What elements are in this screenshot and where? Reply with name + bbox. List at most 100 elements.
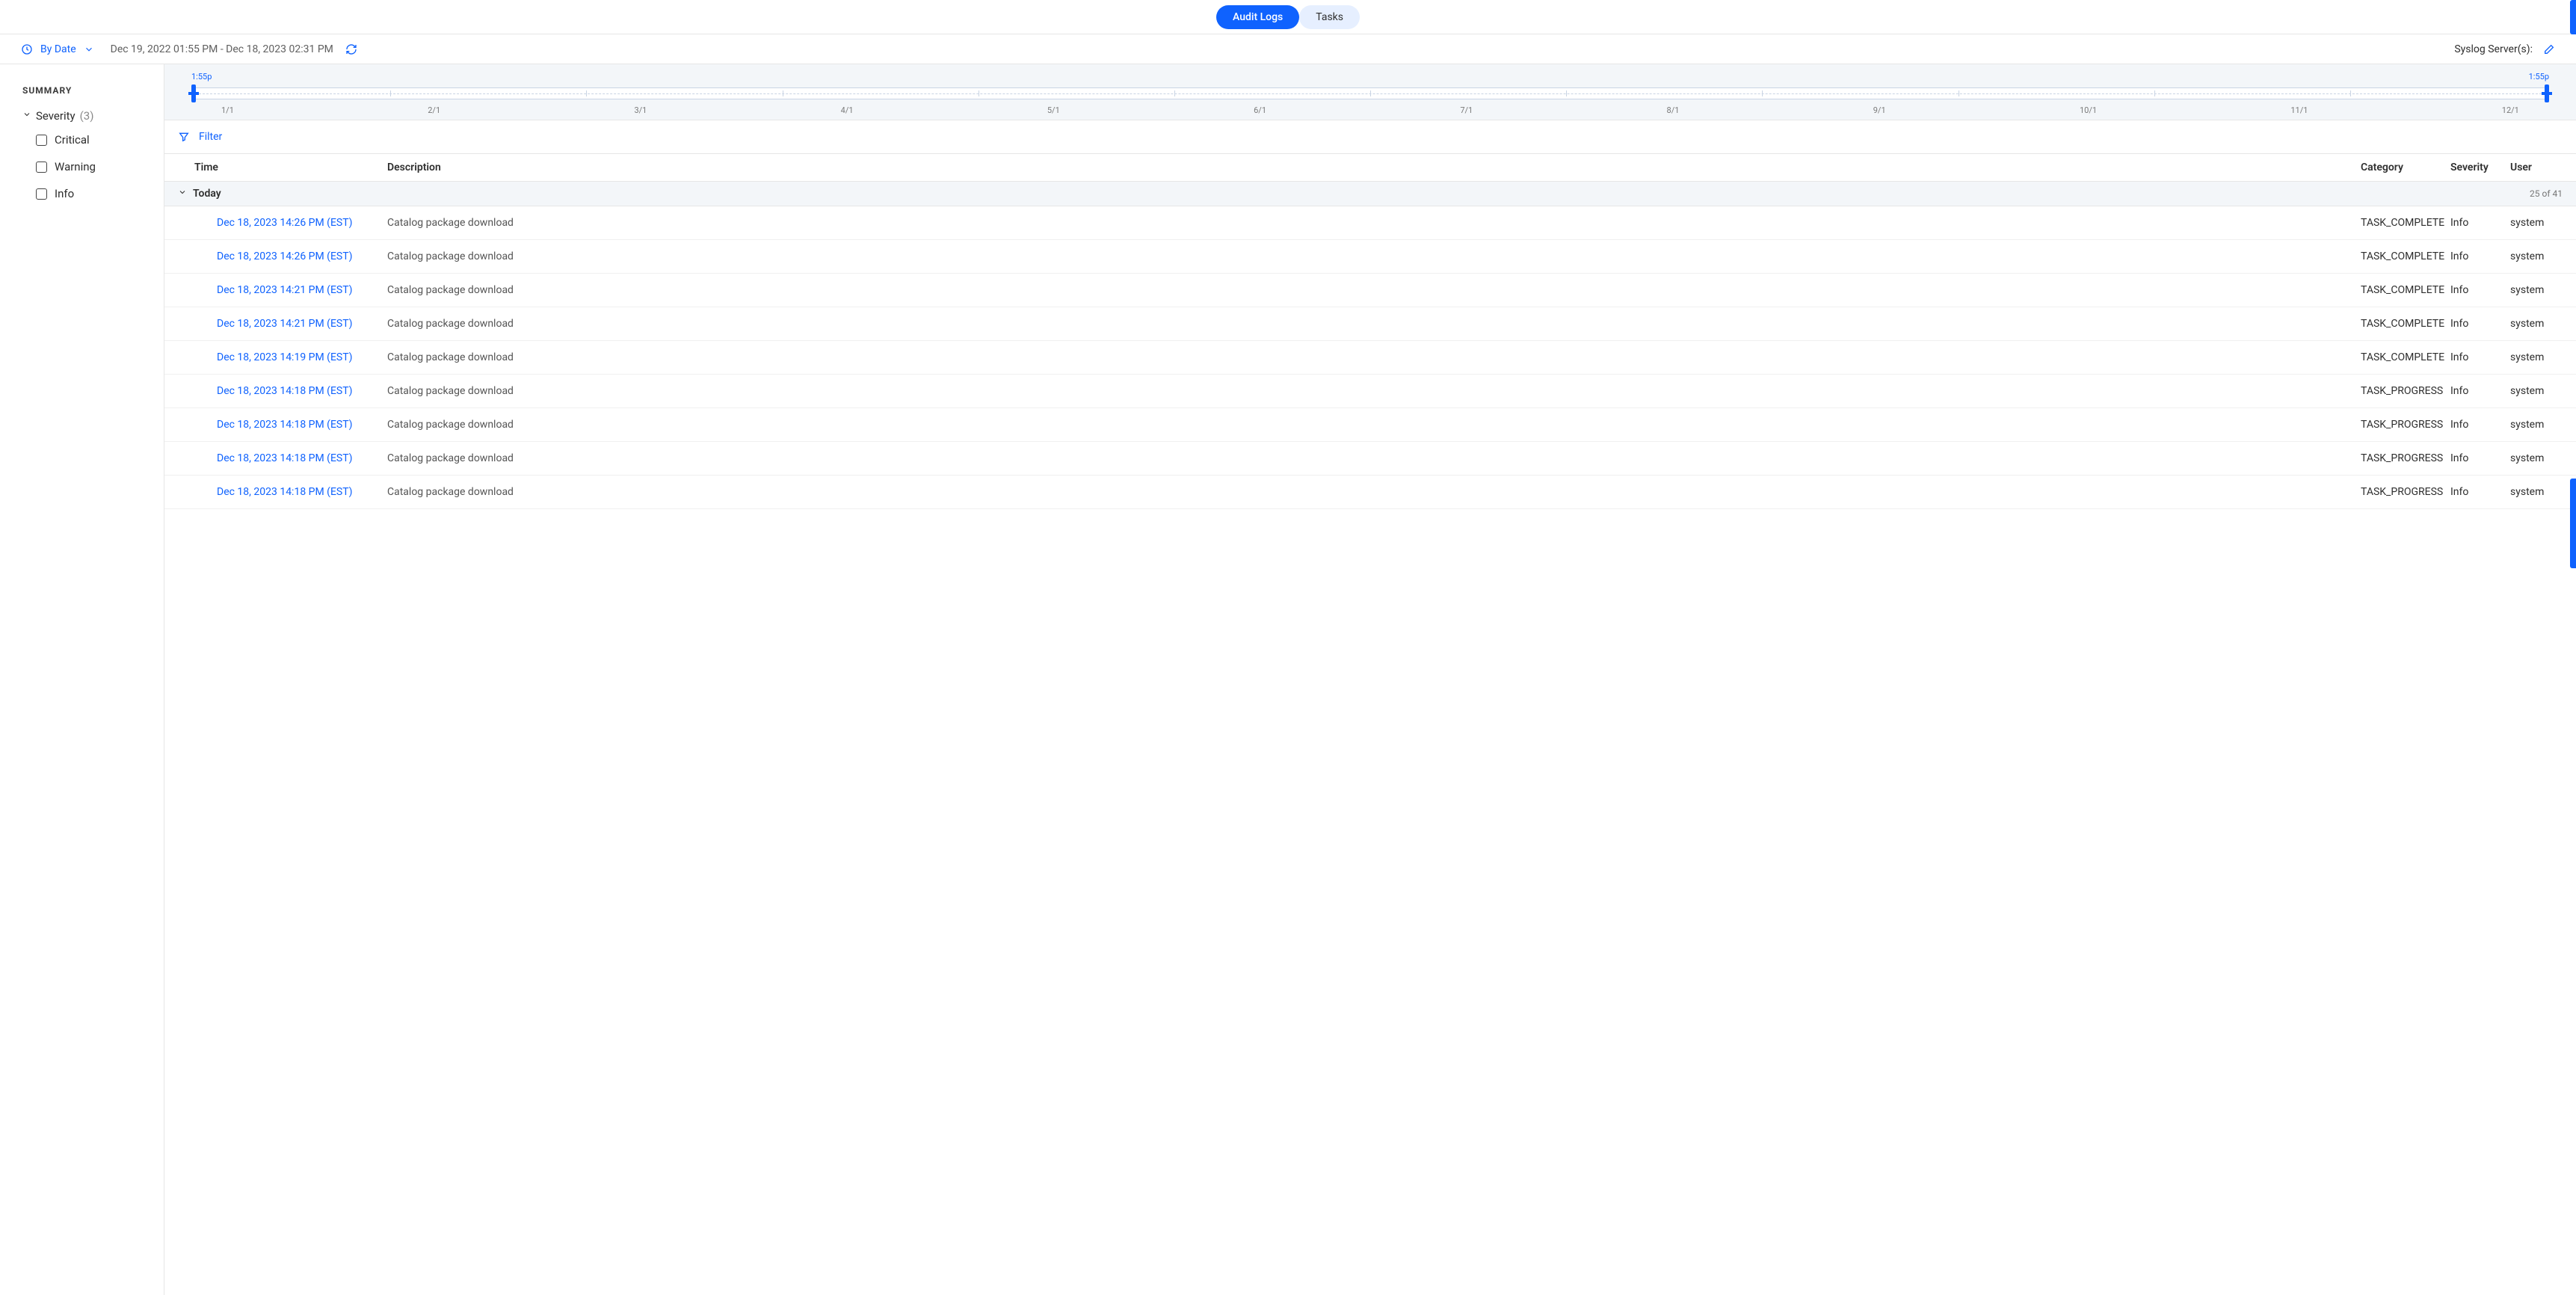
tab-audit-logs[interactable]: Audit Logs <box>1216 5 1299 29</box>
summary-sidebar: SUMMARY Severity (3) Critical Warning Info <box>0 64 164 1295</box>
filter-button[interactable]: Filter <box>164 120 2576 153</box>
chevron-down-icon <box>84 44 94 55</box>
edit-syslog-button[interactable] <box>2543 43 2555 55</box>
table-row: Dec 18, 2023 14:18 PM (EST) Catalog packa… <box>164 375 2576 408</box>
row-time-link[interactable]: Dec 18, 2023 14:18 PM (EST) <box>217 486 352 498</box>
row-user: system <box>2510 385 2563 397</box>
timeline-end-label: 1:55p <box>2529 72 2549 81</box>
by-date-picker[interactable]: By Date <box>21 43 94 55</box>
row-user: system <box>2510 318 2563 330</box>
clock-icon <box>21 43 33 55</box>
timeline-panel: 1:55p 1:55p 1/12/13/14/15/16/17/18/19/11… <box>164 64 2576 120</box>
chevron-down-icon <box>178 188 187 200</box>
by-date-label: By Date <box>40 43 76 55</box>
timeline-handle-left[interactable] <box>191 84 196 102</box>
row-description: Catalog package download <box>387 318 2361 330</box>
row-user: system <box>2510 351 2563 363</box>
row-description: Catalog package download <box>387 351 2361 363</box>
group-today-label: Today <box>193 188 221 200</box>
table-row: Dec 18, 2023 14:18 PM (EST) Catalog packa… <box>164 442 2576 476</box>
col-user-header[interactable]: User <box>2510 162 2563 173</box>
toolbar: By Date Dec 19, 2022 01:55 PM - Dec 18, … <box>0 34 2576 64</box>
timeline-month-label: 6/1 <box>1254 105 1266 115</box>
syslog-servers-label: Syslog Server(s): <box>2454 43 2533 55</box>
top-tab-bar: Audit Logs Tasks <box>0 0 2576 34</box>
scroll-indicator-side[interactable] <box>2570 479 2576 568</box>
row-user: system <box>2510 250 2563 262</box>
timeline-month-label: 4/1 <box>841 105 854 115</box>
group-today-toggle[interactable]: Today <box>178 188 221 200</box>
refresh-button[interactable] <box>345 43 357 55</box>
row-description: Catalog package download <box>387 385 2361 397</box>
scroll-indicator-top[interactable] <box>2570 0 2576 34</box>
severity-group-toggle[interactable]: Severity (3) <box>22 109 147 123</box>
checkbox-icon <box>36 188 47 200</box>
timeline-month-label: 7/1 <box>1460 105 1473 115</box>
timeline-month-label: 2/1 <box>428 105 440 115</box>
tab-tasks[interactable]: Tasks <box>1299 5 1360 29</box>
row-severity: Info <box>2450 385 2510 397</box>
row-severity: Info <box>2450 486 2510 498</box>
row-description: Catalog package download <box>387 452 2361 464</box>
row-description: Catalog package download <box>387 217 2361 229</box>
summary-heading: SUMMARY <box>22 85 147 96</box>
timeline-handle-right[interactable] <box>2545 84 2549 102</box>
row-time-link[interactable]: Dec 18, 2023 14:18 PM (EST) <box>217 452 352 464</box>
severity-filter-critical[interactable]: Critical <box>36 133 147 147</box>
row-time-link[interactable]: Dec 18, 2023 14:19 PM (EST) <box>217 351 352 363</box>
timeline-month-label: 1/1 <box>221 105 234 115</box>
row-severity: Info <box>2450 284 2510 296</box>
row-user: system <box>2510 486 2563 498</box>
severity-filter-label: Warning <box>55 160 96 173</box>
row-severity: Info <box>2450 351 2510 363</box>
row-description: Catalog package download <box>387 284 2361 296</box>
row-severity: Info <box>2450 250 2510 262</box>
row-category: TASK_COMPLETE <box>2361 250 2450 262</box>
table-body: Dec 18, 2023 14:26 PM (EST) Catalog packa… <box>164 206 2576 509</box>
filter-label: Filter <box>199 131 222 143</box>
severity-filter-info[interactable]: Info <box>36 187 147 200</box>
row-category: TASK_COMPLETE <box>2361 217 2450 229</box>
severity-count: (3) <box>80 109 94 123</box>
group-today-count: 25 of 41 <box>2530 188 2563 199</box>
col-time-header[interactable]: Time <box>178 162 387 173</box>
col-description-header[interactable]: Description <box>387 162 2361 173</box>
row-time-link[interactable]: Dec 18, 2023 14:18 PM (EST) <box>217 385 352 397</box>
col-severity-header[interactable]: Severity <box>2450 162 2510 173</box>
timeline-month-ticks: 1/12/13/14/15/16/17/18/19/110/111/112/1 <box>176 104 2564 115</box>
col-category-header[interactable]: Category <box>2361 162 2450 173</box>
table-header: Time Description Category Severity User <box>164 153 2576 182</box>
timeline-month-label: 3/1 <box>634 105 647 115</box>
row-severity: Info <box>2450 318 2510 330</box>
date-range-text: Dec 19, 2022 01:55 PM - Dec 18, 2023 02:… <box>111 43 333 55</box>
row-time-link[interactable]: Dec 18, 2023 14:26 PM (EST) <box>217 217 352 229</box>
row-time-link[interactable]: Dec 18, 2023 14:21 PM (EST) <box>217 318 352 330</box>
table-row: Dec 18, 2023 14:19 PM (EST) Catalog packa… <box>164 341 2576 375</box>
row-time-link[interactable]: Dec 18, 2023 14:26 PM (EST) <box>217 250 352 262</box>
table-row: Dec 18, 2023 14:26 PM (EST)Catalog packa… <box>164 240 2576 274</box>
row-time-link[interactable]: Dec 18, 2023 14:18 PM (EST) <box>217 419 352 431</box>
row-severity: Info <box>2450 419 2510 431</box>
timeline-month-label: 12/1 <box>2502 105 2519 115</box>
row-description: Catalog package download <box>387 486 2361 498</box>
timeline-month-label: 8/1 <box>1667 105 1680 115</box>
table-row: Dec 18, 2023 14:21 PM (EST) Catalog packa… <box>164 307 2576 341</box>
severity-list: Critical Warning Info <box>22 133 147 200</box>
row-user: system <box>2510 419 2563 431</box>
row-time-link[interactable]: Dec 18, 2023 14:21 PM (EST) <box>217 284 352 296</box>
severity-filter-warning[interactable]: Warning <box>36 160 147 173</box>
main-area: SUMMARY Severity (3) Critical Warning Info… <box>0 64 2576 1295</box>
timeline-track[interactable] <box>191 83 2549 104</box>
timeline-month-label: 9/1 <box>1873 105 1886 115</box>
filter-icon <box>178 131 190 143</box>
row-category: TASK_COMPLETE <box>2361 284 2450 296</box>
row-category: TASK_PROGRESS <box>2361 419 2450 431</box>
row-category: TASK_COMPLETE <box>2361 351 2450 363</box>
table-row: Dec 18, 2023 14:26 PM (EST) Catalog packa… <box>164 206 2576 240</box>
table-row: Dec 18, 2023 14:18 PM (EST) Catalog packa… <box>164 476 2576 509</box>
severity-label: Severity <box>36 109 76 123</box>
timeline-month-label: 10/1 <box>2080 105 2097 115</box>
row-severity: Info <box>2450 217 2510 229</box>
group-today-row: Today 25 of 41 <box>164 182 2576 206</box>
checkbox-icon <box>36 135 47 146</box>
